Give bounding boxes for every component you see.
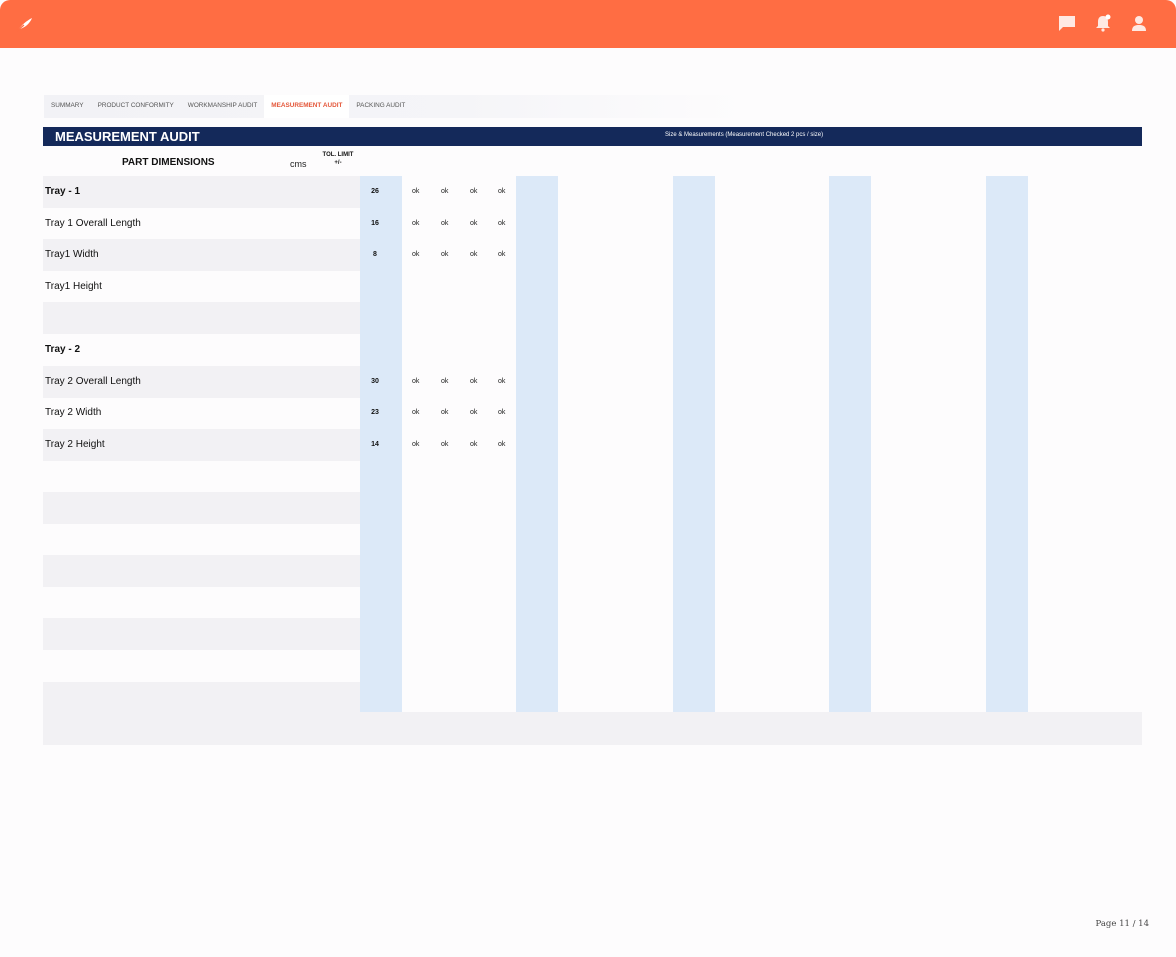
page-indicator: Page 11 / 14	[1095, 919, 1149, 929]
check-result: ok	[470, 220, 478, 227]
tab-packing-audit[interactable]: PACKING AUDIT	[349, 95, 412, 118]
tab-summary[interactable]: SUMMARY	[44, 95, 91, 118]
part-label: Tray - 2	[45, 344, 81, 355]
part-label: Tray 1 Overall Length	[45, 218, 141, 229]
table-footer-band	[43, 712, 1142, 745]
check-result: ok	[498, 188, 506, 195]
tab-workmanship-audit[interactable]: WORKMANSHIP AUDIT	[181, 95, 264, 118]
check-result: ok	[498, 441, 506, 448]
table-row	[43, 587, 360, 619]
check-result: ok	[470, 378, 478, 385]
size-column-band	[829, 176, 871, 712]
part-label: Tray1 Height	[45, 281, 102, 292]
check-result: ok	[441, 441, 449, 448]
tolerance-value: 8	[373, 251, 377, 258]
check-result: ok	[498, 409, 506, 416]
table-row: Tray - 1	[43, 176, 360, 208]
check-result: ok	[412, 220, 420, 227]
section-subtitle: Size & Measurements (Measurement Checked…	[665, 132, 824, 138]
table-row: Tray1 Height	[43, 271, 360, 303]
check-result: ok	[498, 251, 506, 258]
tolerance-value: 26	[371, 188, 379, 195]
table-row	[43, 618, 360, 650]
tab-product-conformity[interactable]: PRODUCT CONFORMITY	[91, 95, 181, 118]
check-result: ok	[441, 251, 449, 258]
user-icon[interactable]	[1130, 14, 1148, 32]
feather-icon[interactable]	[16, 16, 34, 32]
table-row: Tray 2 Overall Length	[43, 366, 360, 398]
size-column-band	[516, 176, 558, 712]
check-result: ok	[470, 409, 478, 416]
section-header: MEASUREMENT AUDIT Size & Measurements (M…	[43, 127, 1142, 146]
table-row: Tray1 Width	[43, 239, 360, 271]
part-label: Tray 2 Height	[45, 439, 105, 450]
part-label: Tray 2 Overall Length	[45, 376, 141, 387]
table-row	[43, 302, 360, 334]
table-row: Tray 1 Overall Length	[43, 208, 360, 240]
check-result: ok	[498, 220, 506, 227]
table-row	[43, 555, 360, 587]
part-dimensions-header: PART DIMENSIONS	[122, 157, 215, 168]
check-result: ok	[441, 188, 449, 195]
table-row	[43, 682, 360, 714]
check-result: ok	[412, 378, 420, 385]
table-row	[43, 524, 360, 556]
tolerance-header-line1: TOL. LIMIT	[322, 152, 354, 158]
top-app-bar	[0, 0, 1176, 48]
check-result: ok	[412, 251, 420, 258]
part-label: Tray 2 Width	[45, 407, 102, 418]
size-column-band	[986, 176, 1028, 712]
part-label: Tray - 1	[45, 186, 81, 197]
part-label: Tray1 Width	[45, 249, 99, 260]
tolerance-value: 30	[371, 378, 379, 385]
tolerance-value: 16	[371, 220, 379, 227]
table-row	[43, 460, 360, 492]
chat-icon[interactable]	[1058, 14, 1076, 32]
check-result: ok	[441, 378, 449, 385]
table-row	[43, 492, 360, 524]
table-row: Tray 2 Width	[43, 397, 360, 429]
table-row: Tray 2 Height	[43, 429, 360, 461]
tolerance-value: 23	[371, 409, 379, 416]
check-result: ok	[470, 188, 478, 195]
section-title: MEASUREMENT AUDIT	[55, 129, 200, 144]
check-result: ok	[441, 409, 449, 416]
unit-header: cms	[290, 159, 307, 169]
tolerance-value: 14	[371, 441, 379, 448]
check-result: ok	[470, 441, 478, 448]
tolerance-header: TOL. LIMIT +/-	[322, 151, 354, 167]
check-result: ok	[412, 441, 420, 448]
table-row	[43, 650, 360, 682]
check-result: ok	[412, 188, 420, 195]
tolerance-header-line2: +/-	[334, 160, 342, 166]
check-result: ok	[412, 409, 420, 416]
top-icons	[1058, 14, 1148, 32]
check-result: ok	[441, 220, 449, 227]
tab-measurement-audit[interactable]: MEASUREMENT AUDIT	[264, 95, 350, 118]
bell-icon[interactable]	[1094, 14, 1112, 32]
size-column-band	[673, 176, 715, 712]
report-tabs: SUMMARY PRODUCT CONFORMITY WORKMANSHIP A…	[44, 95, 744, 118]
check-result: ok	[498, 378, 506, 385]
check-result: ok	[470, 251, 478, 258]
table-row: Tray - 2	[43, 334, 360, 366]
